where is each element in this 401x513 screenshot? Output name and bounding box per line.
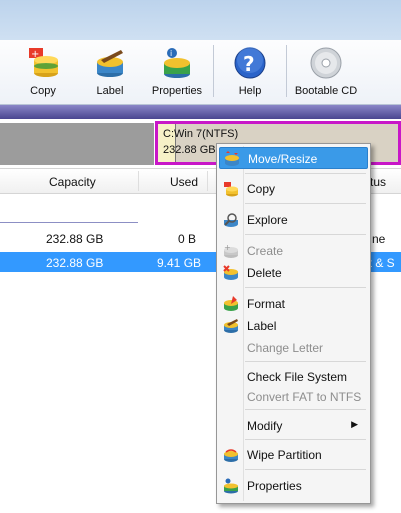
copy-button-label: Copy <box>30 85 56 97</box>
column-capacity[interactable]: Capacity <box>49 175 96 189</box>
menu-separator <box>245 203 366 204</box>
menu-separator <box>245 173 366 174</box>
menu-item-delete[interactable]: Delete <box>219 262 368 284</box>
help-button[interactable]: ? Help <box>228 44 272 100</box>
bootable-cd-button-label: Bootable CD <box>294 85 358 97</box>
menu-separator <box>245 409 366 410</box>
menu-item-copy[interactable]: Copy <box>219 178 368 200</box>
menu-item-label: Format <box>247 297 286 311</box>
disk-row-divider <box>0 222 138 223</box>
menu-item-label: Convert FAT to NTFS <box>247 390 362 404</box>
delete-icon <box>223 265 239 281</box>
submenu-arrow-icon: ▶ <box>351 419 358 429</box>
svg-text:i: i <box>170 49 172 58</box>
menu-item-label: Check File System <box>247 370 348 384</box>
toolbar-separator <box>213 45 214 97</box>
help-icon: ? <box>233 46 267 80</box>
svg-text:?: ? <box>243 52 255 76</box>
menu-item-label: Create <box>247 244 284 258</box>
menu-item-label: Properties <box>247 479 302 493</box>
cell-used: 0 B <box>178 232 197 246</box>
unallocated-block[interactable] <box>0 123 154 165</box>
menu-separator <box>245 361 366 362</box>
properties-icon <box>223 478 239 494</box>
menu-item-wipe-partition[interactable]: Wipe Partition <box>219 444 368 466</box>
title-bar <box>0 0 401 40</box>
cell-capacity: 232.88 GB <box>46 232 104 246</box>
menu-item-create[interactable]: + Create <box>219 240 368 262</box>
menu-item-label: Change Letter <box>247 341 324 355</box>
menu-separator <box>245 469 366 470</box>
move-resize-icon <box>224 151 240 167</box>
menu-separator <box>245 234 366 235</box>
format-icon <box>223 296 239 312</box>
properties-button[interactable]: i Properties <box>148 44 206 100</box>
context-menu: Move/Resize Copy Explore + Create Delete… <box>216 143 371 504</box>
help-button-label: Help <box>238 85 262 97</box>
menu-separator <box>245 287 366 288</box>
menu-item-label: Delete <box>247 266 282 280</box>
column-divider <box>138 171 139 191</box>
cell-used: 9.41 GB <box>157 256 202 270</box>
partition-size: 232.88 GB <box>163 144 216 156</box>
column-status[interactable]: tus <box>370 175 386 189</box>
label-button[interactable]: Label <box>88 44 132 100</box>
menu-item-change-letter[interactable]: Change Letter <box>219 337 368 359</box>
menu-item-label: Copy <box>247 182 276 196</box>
label-icon <box>93 46 127 80</box>
menu-item-label[interactable]: Label <box>219 315 368 337</box>
menu-item-convert-fat-ntfs[interactable]: Convert FAT to NTFS <box>219 386 368 408</box>
menu-item-properties[interactable]: Properties <box>219 475 368 497</box>
column-divider <box>207 171 208 191</box>
wipe-icon <box>223 447 239 463</box>
toolbar: + Copy Label i Properties ? Help Bootabl… <box>0 40 401 105</box>
menu-item-label: Wipe Partition <box>247 448 322 462</box>
menu-item-explore[interactable]: Explore <box>219 209 368 231</box>
column-used[interactable]: Used <box>170 175 198 189</box>
label-icon <box>223 318 239 334</box>
bootable-cd-button[interactable]: Bootable CD <box>292 44 360 100</box>
partition-name: C:Win 7(NTFS) <box>163 128 239 140</box>
menu-item-label: Modify <box>247 419 283 433</box>
svg-text:+: + <box>224 243 231 252</box>
menu-item-modify[interactable]: Modify ▶ <box>219 415 368 437</box>
copy-disk-icon: + <box>26 46 60 80</box>
create-icon: + <box>223 243 239 259</box>
menu-separator <box>245 439 366 440</box>
toolbar-separator <box>286 45 287 97</box>
properties-button-label: Properties <box>151 85 203 97</box>
disk-header-band <box>0 105 401 119</box>
menu-item-format[interactable]: Format <box>219 293 368 315</box>
menu-item-move-resize[interactable]: Move/Resize <box>219 147 368 169</box>
cell-capacity: 232.88 GB <box>46 256 104 270</box>
menu-item-text: Label <box>247 319 277 333</box>
cell-status: ne <box>372 232 386 246</box>
menu-item-check-file-system[interactable]: Check File System <box>219 366 368 388</box>
menu-item-label: Explore <box>247 213 288 227</box>
cd-icon <box>309 46 343 80</box>
copy-button[interactable]: + Copy <box>20 44 66 100</box>
properties-icon: i <box>160 46 194 80</box>
explore-icon <box>223 212 239 228</box>
label-button-label: Label <box>96 85 124 97</box>
copy-icon <box>223 181 239 197</box>
menu-item-label: Move/Resize <box>248 152 318 166</box>
